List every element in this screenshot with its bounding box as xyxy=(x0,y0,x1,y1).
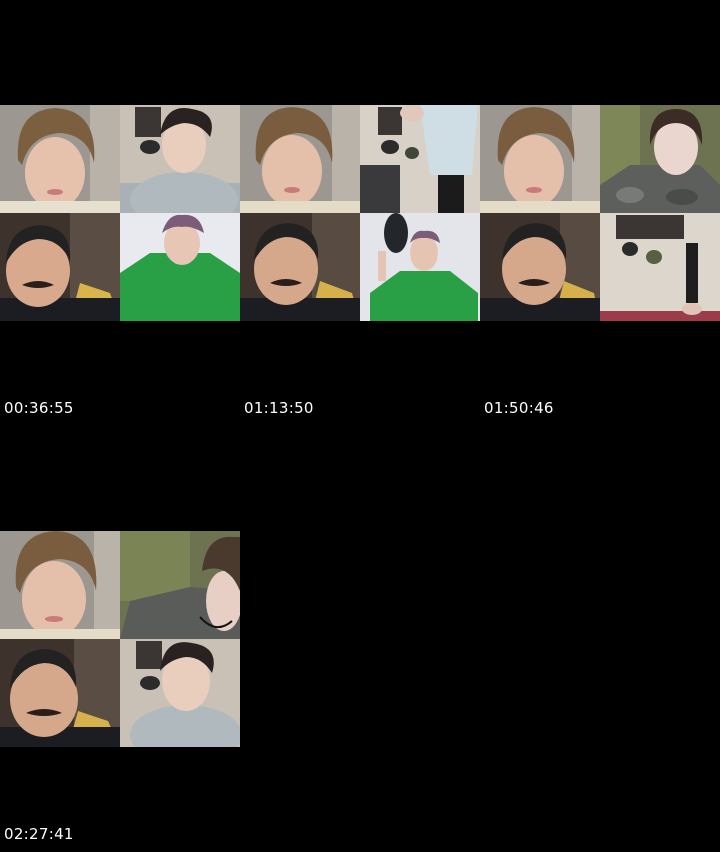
video-tile-brown-hair xyxy=(480,105,600,213)
timestamp-3: 01:50:46 xyxy=(484,399,554,417)
video-tile-mustache-man xyxy=(0,639,120,747)
thumbnail-frame-2[interactable] xyxy=(240,105,480,322)
thumbnail-frame-3[interactable] xyxy=(480,105,720,322)
video-tile-mustache-man xyxy=(480,213,600,321)
video-tile-brown-hair xyxy=(240,105,360,213)
timestamp-4: 02:27:41 xyxy=(4,825,74,843)
video-tile-brown-hair xyxy=(0,105,120,213)
video-tile-mustache-man xyxy=(240,213,360,321)
video-tile-green-shirt-fan xyxy=(360,213,480,321)
video-tile-gray-sweater xyxy=(120,105,240,213)
video-tile-green-shirt xyxy=(120,213,240,321)
video-tile-gray-sweater xyxy=(120,639,240,747)
thumbnail-frame-4[interactable] xyxy=(0,531,240,748)
video-tile-room-pov xyxy=(360,105,480,213)
contact-sheet: { "sheet": { "timestamps": [ {"label": "… xyxy=(0,0,720,852)
video-tile-camo-shirt xyxy=(600,105,720,213)
timestamp-1: 00:36:55 xyxy=(4,399,74,417)
thumbnail-frame-1[interactable] xyxy=(0,105,240,322)
video-tile-mustache-man xyxy=(0,213,120,321)
timestamp-2: 01:13:50 xyxy=(244,399,314,417)
video-tile-camo-closeup xyxy=(120,531,240,639)
video-tile-brown-hair xyxy=(0,531,120,639)
video-tile-room-handstand xyxy=(600,213,720,321)
